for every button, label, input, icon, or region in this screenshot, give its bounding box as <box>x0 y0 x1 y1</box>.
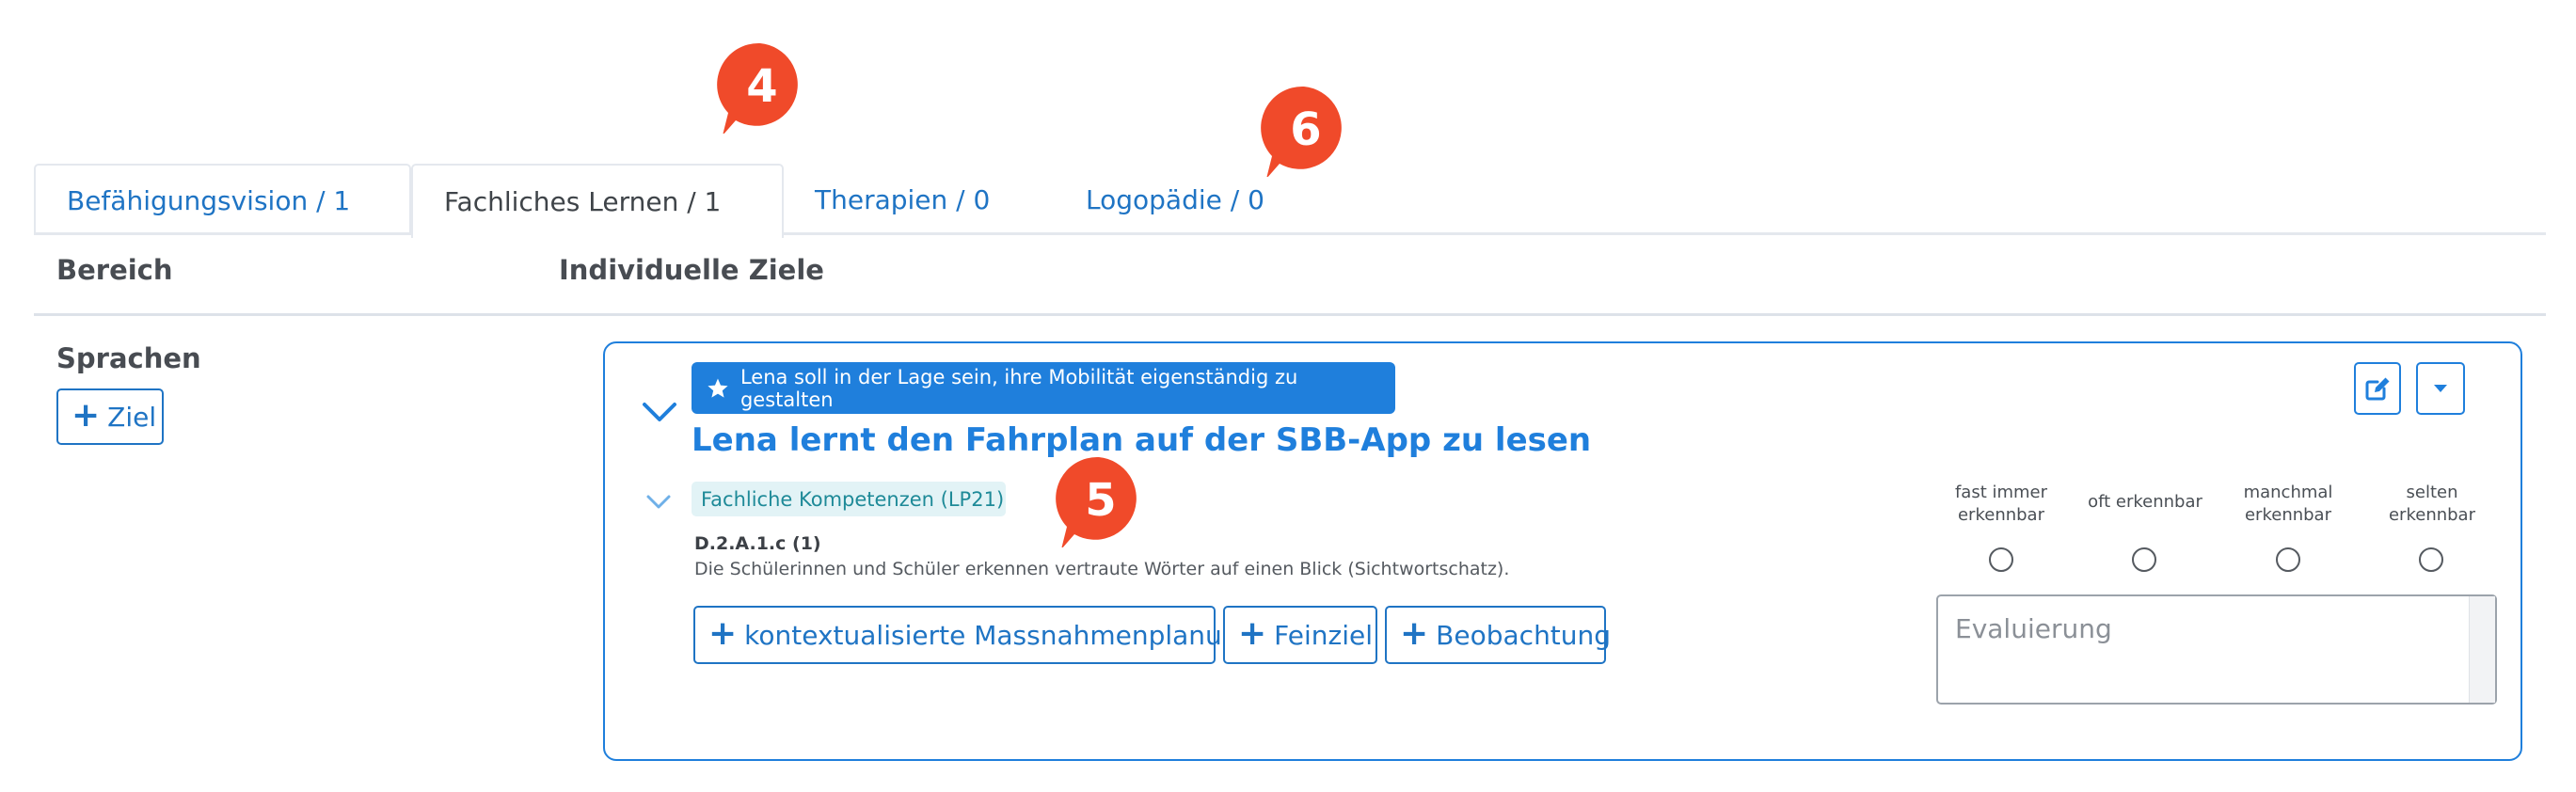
edit-icon <box>2365 377 2390 401</box>
feinziel-label: Feinziel <box>1274 619 1373 651</box>
tab-therapien[interactable]: Therapien / 0 <box>815 164 990 235</box>
header-divider <box>34 313 2546 316</box>
menu-dropdown-button[interactable] <box>2416 362 2465 415</box>
rating-label-manchmal: manchmal erkennbar <box>2243 483 2333 525</box>
plus-icon: + <box>1400 613 1429 653</box>
column-header-ziele: Individuelle Ziele <box>559 254 824 286</box>
competence-badge: Fachliche Kompetenzen (LP21) <box>692 482 1006 516</box>
beobachtung-label: Beobachtung <box>1436 619 1612 651</box>
step-callout-5: 5 <box>1054 453 1148 549</box>
rating-label-oft: oft erkennbar <box>2088 492 2202 512</box>
plus-icon: + <box>72 395 101 435</box>
tab-befaehigungsvision[interactable]: Befähigungsvision / 1 <box>34 164 411 235</box>
star-icon <box>708 378 728 398</box>
step-callout-6: 6 <box>1259 83 1353 179</box>
rating-label-fast-immer: fast immer erkennbar <box>1954 483 2048 525</box>
caret-down-icon <box>2434 385 2447 392</box>
rating-radio-selten[interactable] <box>2419 547 2443 572</box>
chevron-down-icon[interactable] <box>641 395 678 427</box>
rating-radio-fast-immer[interactable] <box>1989 547 2013 572</box>
add-goal-button[interactable]: + Ziel <box>56 388 164 445</box>
bereich-title: Sprachen <box>56 342 201 374</box>
add-beobachtung-button[interactable]: + Beobachtung <box>1385 606 1611 664</box>
rating-radio-oft[interactable] <box>2132 547 2156 572</box>
rating-label-selten: selten erkennbar <box>2388 483 2475 525</box>
plus-icon: + <box>1238 613 1267 653</box>
add-massnahmenplanung-button[interactable]: + kontextualisierte Massnahmenplanung <box>693 606 1255 664</box>
edit-button[interactable] <box>2354 362 2401 415</box>
massnahmen-label: kontextualisierte Massnahmenplanung <box>744 619 1256 651</box>
competence-description: Die Schülerinnen und Schüler erkennen ve… <box>694 559 1510 579</box>
evaluierung-placeholder: Evaluierung <box>1955 613 2112 644</box>
textarea-scrollbar[interactable] <box>2469 596 2495 703</box>
tab-fachliches-lernen[interactable]: Fachliches Lernen / 1 <box>411 164 784 238</box>
column-header-bereich: Bereich <box>56 254 173 286</box>
competence-code: D.2.A.1.c (1) <box>694 533 821 554</box>
evaluierung-textarea[interactable]: Evaluierung <box>1936 594 2497 705</box>
rating-radio-manchmal[interactable] <box>2276 547 2300 572</box>
tab-logopaedie[interactable]: Logopädie / 0 <box>1086 164 1264 235</box>
step-callout-4: 4 <box>715 40 809 135</box>
vision-badge: Lena soll in der Lage sein, ihre Mobilit… <box>692 362 1395 414</box>
plus-icon: + <box>708 613 738 653</box>
vision-badge-text: Lena soll in der Lage sein, ihre Mobilit… <box>739 365 1298 411</box>
chevron-down-small-icon[interactable] <box>645 491 672 512</box>
add-goal-label: Ziel <box>107 401 157 433</box>
add-feinziel-button[interactable]: + Feinziel <box>1223 606 1377 664</box>
